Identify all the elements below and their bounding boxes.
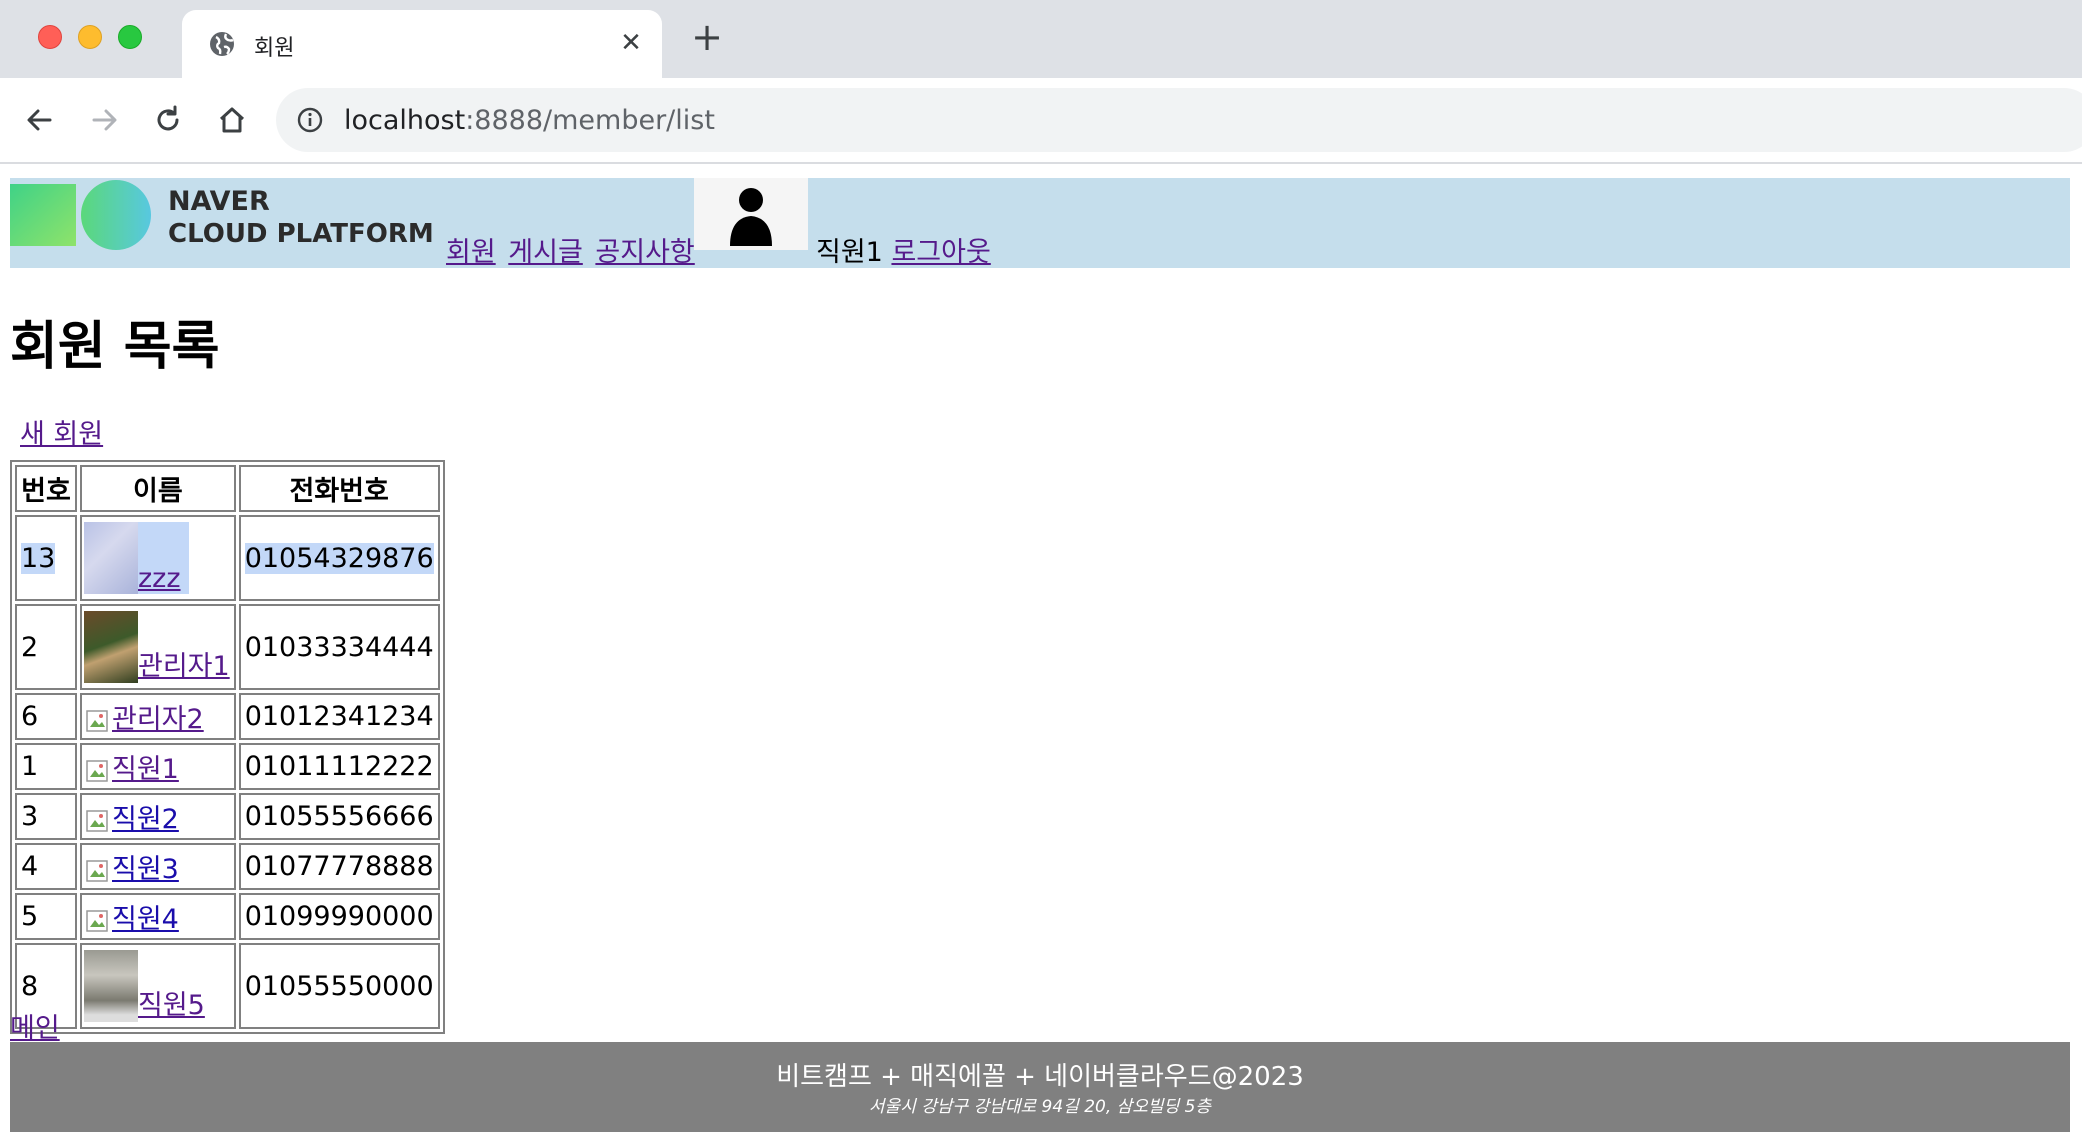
broken-image-icon bbox=[84, 807, 112, 835]
member-name-link[interactable]: zzz bbox=[138, 563, 181, 594]
url-text: localhost:8888/member/list bbox=[344, 105, 715, 136]
column-header-number: 번호 bbox=[15, 465, 77, 512]
cell-number: 13 bbox=[15, 515, 77, 601]
browser-toolbar: localhost:8888/member/list bbox=[0, 78, 2082, 164]
broken-image-icon bbox=[84, 907, 112, 935]
site-footer: 비트캠프 + 매직에꼴 + 네이버클라우드@2023 서울시 강남구 강남대로 … bbox=[10, 1042, 2070, 1132]
cell-number: 4 bbox=[15, 843, 77, 890]
site-info-icon[interactable] bbox=[296, 106, 324, 134]
cell-phone: 01054329876 bbox=[238, 515, 440, 601]
new-member-link[interactable]: 새 회원 bbox=[20, 412, 103, 451]
main-page-link[interactable]: 메인 bbox=[10, 1006, 60, 1045]
table-row: 4 직원3 01077778888 bbox=[15, 843, 440, 890]
close-tab-icon[interactable]: ✕ bbox=[618, 30, 644, 56]
browser-tab[interactable]: 회원 ✕ bbox=[182, 10, 662, 78]
reload-icon[interactable] bbox=[148, 100, 188, 140]
cell-name: 직원4 bbox=[80, 893, 236, 940]
table-row: 2 관리자1 01033334444 bbox=[15, 604, 440, 690]
back-arrow-icon[interactable] bbox=[20, 100, 60, 140]
page-content: NAVER CLOUD PLATFORM 회원 게시글 공지사항 직원1 로그아… bbox=[0, 166, 2082, 1142]
home-icon[interactable] bbox=[212, 100, 252, 140]
close-window-button[interactable] bbox=[38, 25, 62, 49]
broken-image-icon bbox=[84, 857, 112, 885]
browser-tab-bar: 회원 ✕ + bbox=[0, 0, 2082, 78]
member-photo[interactable] bbox=[84, 950, 138, 1022]
globe-icon bbox=[208, 30, 236, 58]
logged-in-user: 직원1 로그아웃 bbox=[816, 230, 991, 269]
forward-arrow-icon[interactable] bbox=[84, 100, 124, 140]
table-header-row: 번호 이름 전화번호 bbox=[15, 465, 440, 512]
tab-title: 회원 bbox=[254, 36, 295, 61]
cell-phone: 01099990000 bbox=[238, 893, 440, 940]
member-name-link[interactable]: 직원5 bbox=[138, 990, 205, 1021]
table-row: 8 직원5 01055550000 bbox=[15, 943, 440, 1029]
cell-phone: 01077778888 bbox=[238, 843, 440, 890]
naver-cloud-logo: NAVER CLOUD PLATFORM bbox=[10, 178, 450, 268]
cell-name: 관리자2 bbox=[80, 693, 236, 740]
user-name: 직원1 bbox=[816, 237, 883, 268]
column-header-name: 이름 bbox=[80, 465, 236, 512]
nav-link-members[interactable]: 회원 bbox=[446, 237, 496, 268]
cell-phone: 01055550000 bbox=[238, 943, 440, 1029]
cell-phone: 01033334444 bbox=[238, 604, 440, 690]
cell-name: 직원5 bbox=[80, 943, 236, 1029]
table-row: 6 관리자2 01012341234 bbox=[15, 693, 440, 740]
member-photo[interactable] bbox=[84, 522, 138, 594]
site-header: NAVER CLOUD PLATFORM 회원 게시글 공지사항 직원1 로그아… bbox=[10, 178, 2070, 268]
cell-phone: 01012341234 bbox=[238, 693, 440, 740]
cell-phone: 01055556666 bbox=[238, 793, 440, 840]
logo-line-1: NAVER bbox=[168, 186, 270, 217]
footer-address: 서울시 강남구 강남대로 94길 20, 삼오빌딩 5층 bbox=[868, 1097, 1212, 1117]
member-table: 번호 이름 전화번호 13 zzz 01054329876 2 관리자1 010… bbox=[10, 460, 445, 1034]
member-name-link[interactable]: 직원4 bbox=[112, 904, 179, 935]
cell-number: 3 bbox=[15, 793, 77, 840]
maximize-window-button[interactable] bbox=[118, 25, 142, 49]
cell-name: 직원3 bbox=[80, 843, 236, 890]
nav-link-notice[interactable]: 공지사항 bbox=[595, 237, 694, 268]
cell-name: 관리자1 bbox=[80, 604, 236, 690]
cell-name: 직원2 bbox=[80, 793, 236, 840]
member-name-link[interactable]: 관리자2 bbox=[112, 704, 204, 735]
table-row: 3 직원2 01055556666 bbox=[15, 793, 440, 840]
main-nav: 회원 게시글 공지사항 bbox=[446, 230, 699, 269]
cell-number: 5 bbox=[15, 893, 77, 940]
member-photo[interactable] bbox=[84, 611, 138, 683]
table-row: 5 직원4 01099990000 bbox=[15, 893, 440, 940]
table-row: 1 직원1 01011112222 bbox=[15, 743, 440, 790]
member-name-link[interactable]: 관리자1 bbox=[138, 651, 230, 682]
address-bar[interactable]: localhost:8888/member/list bbox=[276, 88, 2082, 152]
user-avatar[interactable] bbox=[694, 178, 808, 250]
cell-name: zzz bbox=[80, 515, 236, 601]
cell-phone: 01011112222 bbox=[238, 743, 440, 790]
cell-name: 직원1 bbox=[80, 743, 236, 790]
footer-copyright: 비트캠프 + 매직에꼴 + 네이버클라우드@2023 bbox=[776, 1062, 1304, 1092]
nav-link-board[interactable]: 게시글 bbox=[508, 237, 583, 268]
logout-link[interactable]: 로그아웃 bbox=[891, 237, 990, 268]
cell-number: 2 bbox=[15, 604, 77, 690]
member-name-link[interactable]: 직원1 bbox=[112, 754, 179, 785]
new-tab-button[interactable]: + bbox=[690, 18, 724, 56]
minimize-window-button[interactable] bbox=[78, 25, 102, 49]
page-title: 회원 목록 bbox=[10, 317, 220, 377]
member-name-link[interactable]: 직원3 bbox=[112, 854, 179, 885]
member-name-link[interactable]: 직원2 bbox=[112, 804, 179, 835]
broken-image-icon bbox=[84, 757, 112, 785]
table-row: 13 zzz 01054329876 bbox=[15, 515, 440, 601]
broken-image-icon bbox=[84, 707, 112, 735]
logo-line-2: CLOUD PLATFORM bbox=[168, 219, 434, 249]
cell-number: 1 bbox=[15, 743, 77, 790]
cell-number: 6 bbox=[15, 693, 77, 740]
column-header-phone: 전화번호 bbox=[238, 465, 440, 512]
